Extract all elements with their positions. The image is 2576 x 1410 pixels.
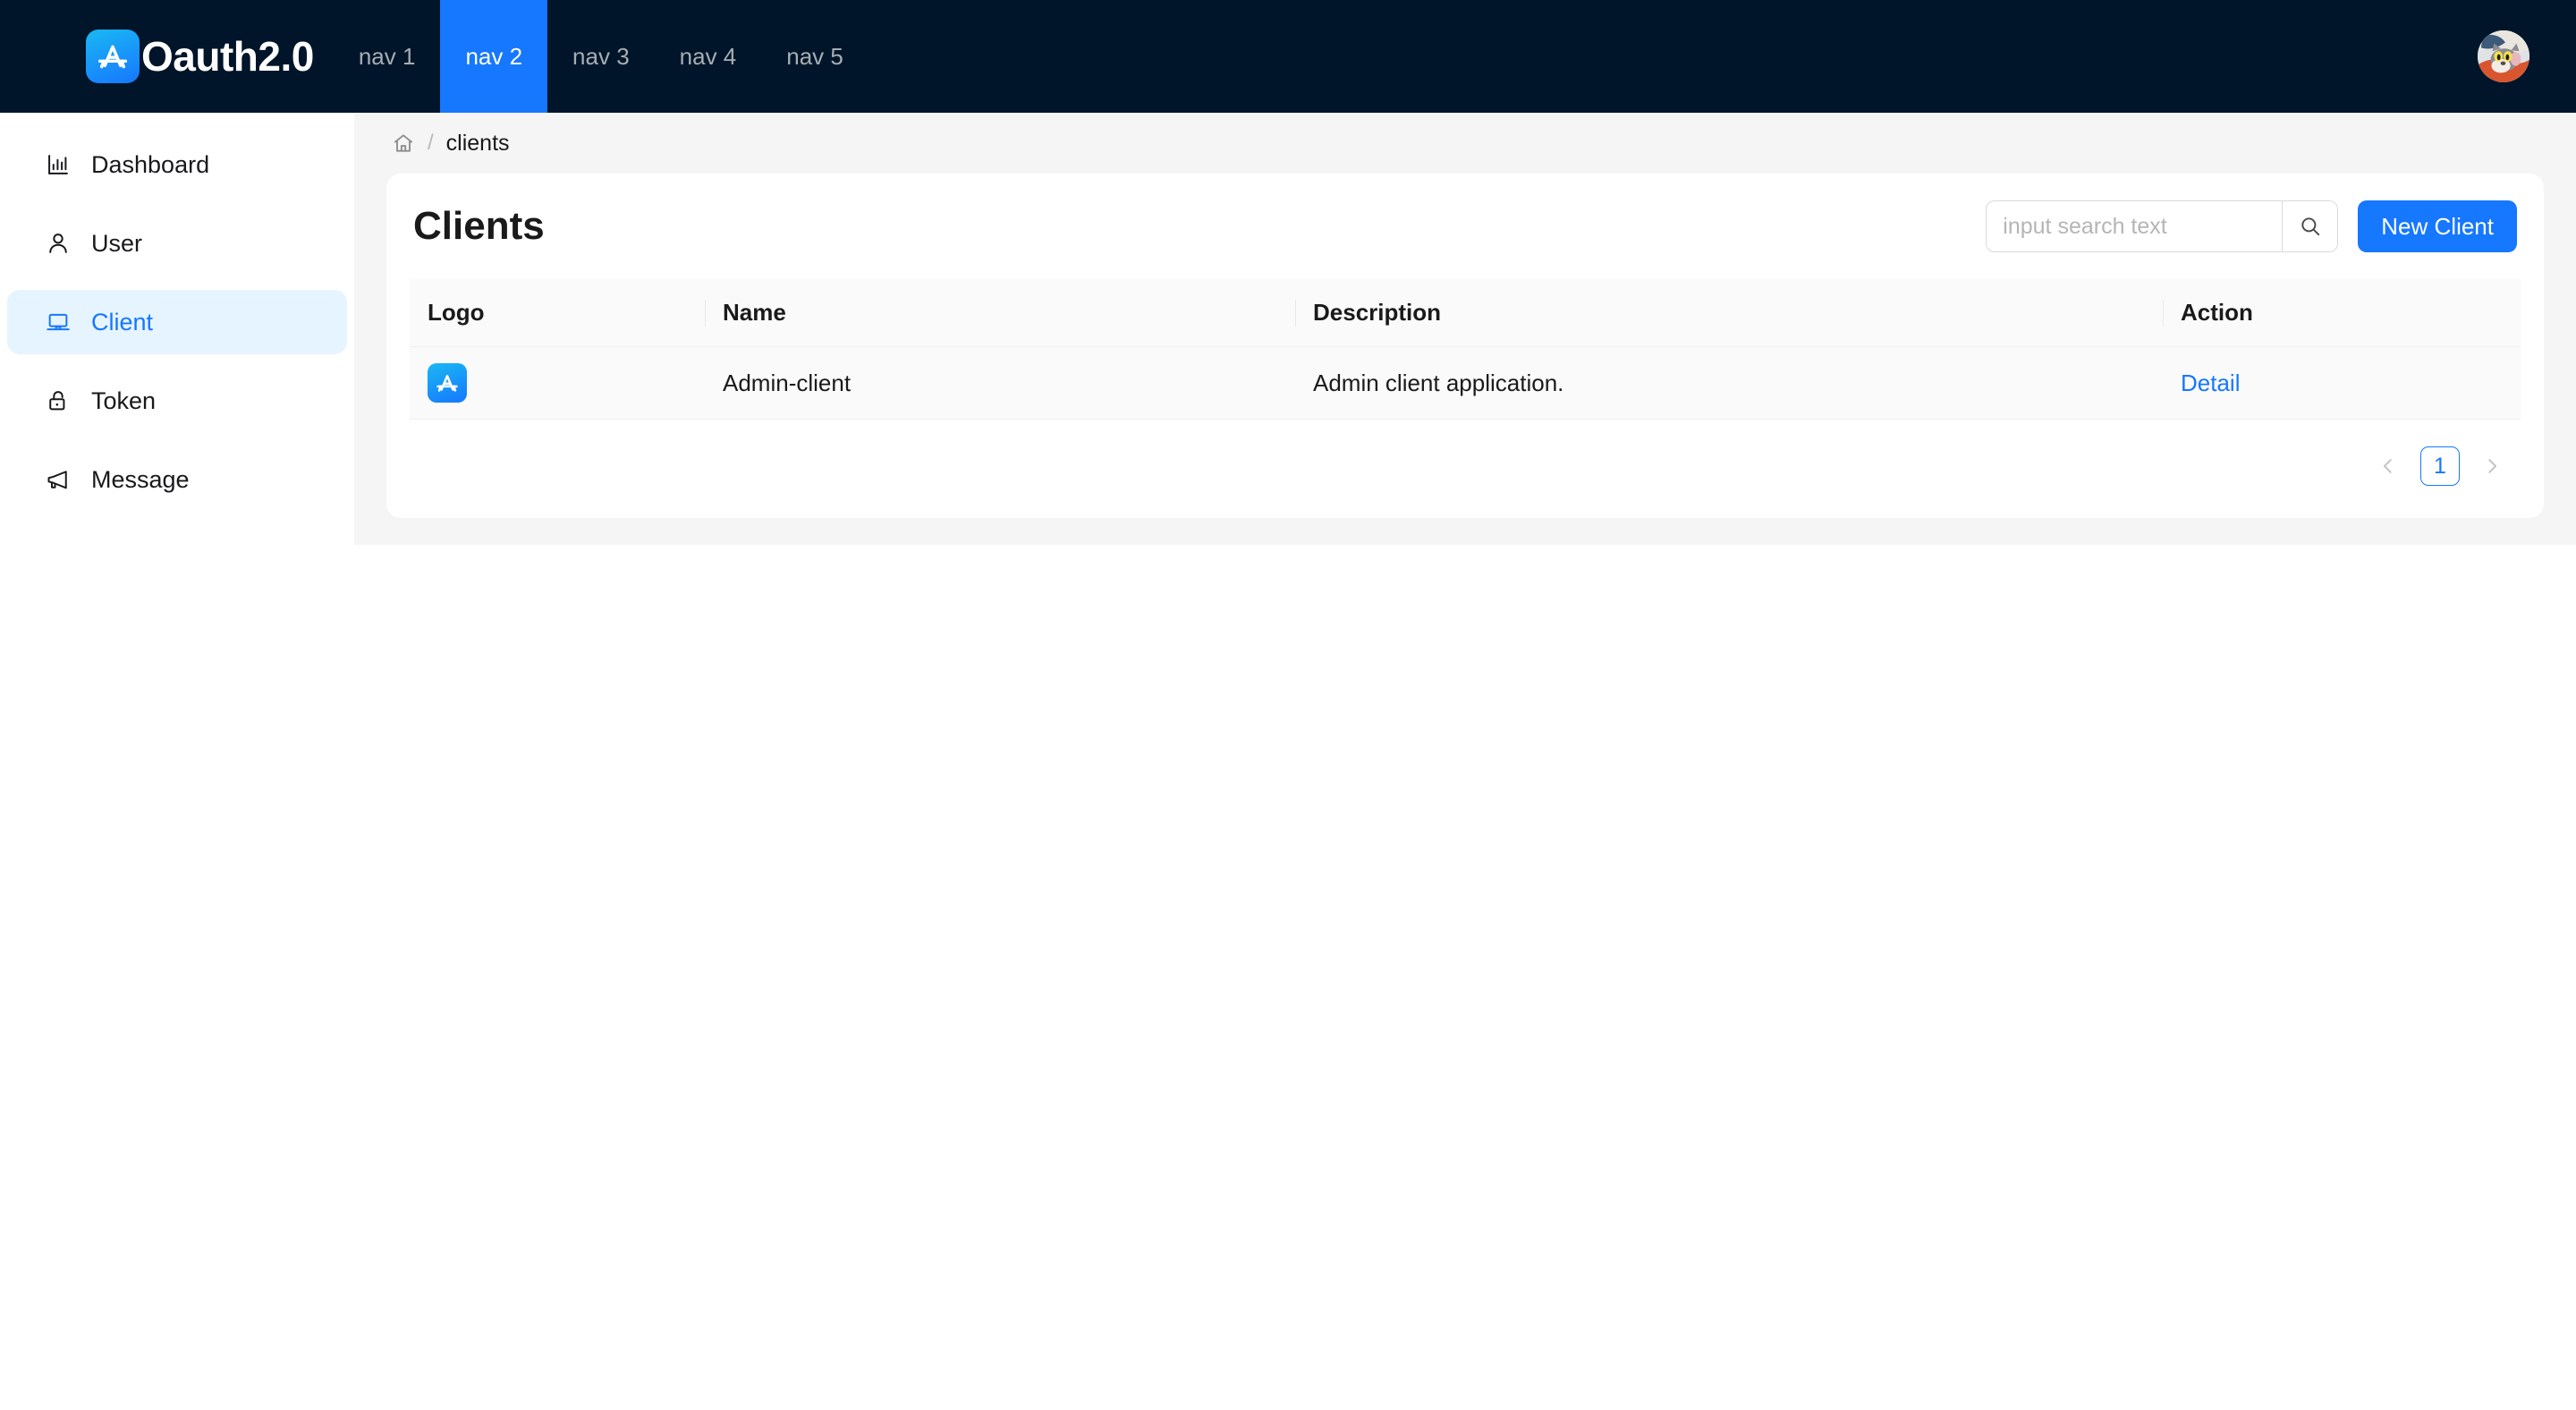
cell-action: Detail (2163, 346, 2521, 420)
chevron-right-icon (2482, 456, 2502, 476)
appstore-icon (86, 30, 140, 83)
breadcrumb: / clients (354, 113, 2576, 174)
table-row[interactable]: Admin-client Admin client application. D… (410, 346, 2521, 420)
cell-logo (410, 346, 705, 420)
sidebar-item-token-label: Token (91, 386, 157, 414)
column-header-name: Name (705, 279, 1295, 347)
table-body: Admin-client Admin client application. D… (410, 346, 2521, 420)
nav-item-2-label: nav 2 (465, 42, 523, 70)
search-button[interactable] (2282, 201, 2338, 251)
nav-item-5-label: nav 5 (786, 42, 843, 70)
laptop-icon (45, 309, 72, 336)
bar-chart-icon (45, 151, 72, 178)
cell-name: Admin-client (705, 346, 1295, 420)
breadcrumb-separator: / (428, 131, 434, 155)
cell-description: Admin client application. (1295, 346, 2163, 420)
notification-icon (45, 466, 72, 493)
nav-item-5[interactable]: nav 5 (761, 0, 869, 113)
nav-item-3[interactable]: nav 3 (547, 0, 655, 113)
nav-item-1-label: nav 1 (358, 42, 416, 70)
breadcrumb-current[interactable]: clients (446, 131, 510, 157)
clients-card: Clients New Clie (386, 174, 2544, 518)
header-right (2478, 0, 2576, 113)
top-header: Oauth2.0 nav 1 nav 2 nav 3 nav 4 nav 5 (0, 0, 2576, 113)
chevron-left-icon (2378, 456, 2398, 476)
column-header-action: Action (2163, 279, 2521, 347)
nav-item-4-label: nav 4 (679, 42, 737, 70)
nav-item-2[interactable]: nav 2 (440, 0, 548, 113)
header-tools: New Client (1986, 200, 2517, 252)
search-icon (2299, 215, 2322, 238)
card-header: Clients New Clie (410, 200, 2521, 252)
appstore-icon (428, 363, 467, 403)
sidebar-item-message[interactable]: Message (7, 447, 347, 512)
brand[interactable]: Oauth2.0 (0, 0, 334, 113)
clients-table: Logo Name Description Action Admin-clien… (410, 279, 2521, 420)
nav-item-3-label: nav 3 (572, 42, 630, 70)
nav-item-4[interactable]: nav 4 (655, 0, 762, 113)
user-icon (45, 230, 72, 257)
column-header-description: Description (1295, 279, 2163, 347)
search-input[interactable] (1987, 201, 2283, 251)
avatar[interactable] (2478, 30, 2529, 82)
top-nav: nav 1 nav 2 nav 3 nav 4 nav 5 (334, 0, 869, 113)
sidebar-item-client[interactable]: Client (7, 290, 347, 354)
detail-link[interactable]: Detail (2181, 369, 2240, 396)
brand-name: Oauth2.0 (141, 33, 314, 80)
home-icon[interactable] (392, 132, 415, 155)
table-head: Logo Name Description Action (410, 279, 2521, 347)
sidebar-item-user-label: User (91, 229, 143, 257)
search-group (1986, 200, 2339, 252)
pagination: 1 (410, 420, 2521, 495)
sidebar-item-message-label: Message (91, 465, 190, 493)
unlock-icon (45, 387, 72, 414)
sidebar-item-user[interactable]: User (7, 211, 347, 276)
sidebar: Dashboard User Client Token Message (0, 113, 354, 545)
pagination-prev-button[interactable] (2368, 446, 2408, 486)
column-header-logo: Logo (410, 279, 705, 347)
pagination-page-1[interactable]: 1 (2420, 446, 2460, 486)
app-body: Dashboard User Client Token Message / cl… (0, 113, 2576, 545)
pagination-next-button[interactable] (2472, 446, 2512, 486)
content-area: / clients Clients input search text New … (354, 113, 2576, 545)
sidebar-item-dashboard[interactable]: Dashboard (7, 132, 347, 197)
sidebar-item-client-label: Client (91, 308, 154, 336)
sidebar-item-token[interactable]: Token (7, 369, 347, 433)
sidebar-item-dashboard-label: Dashboard (91, 150, 210, 178)
table-header-row: Logo Name Description Action (410, 279, 2521, 347)
nav-item-1[interactable]: nav 1 (334, 0, 441, 113)
new-client-button[interactable]: New Client (2358, 200, 2517, 252)
page-title: Clients (413, 203, 545, 248)
